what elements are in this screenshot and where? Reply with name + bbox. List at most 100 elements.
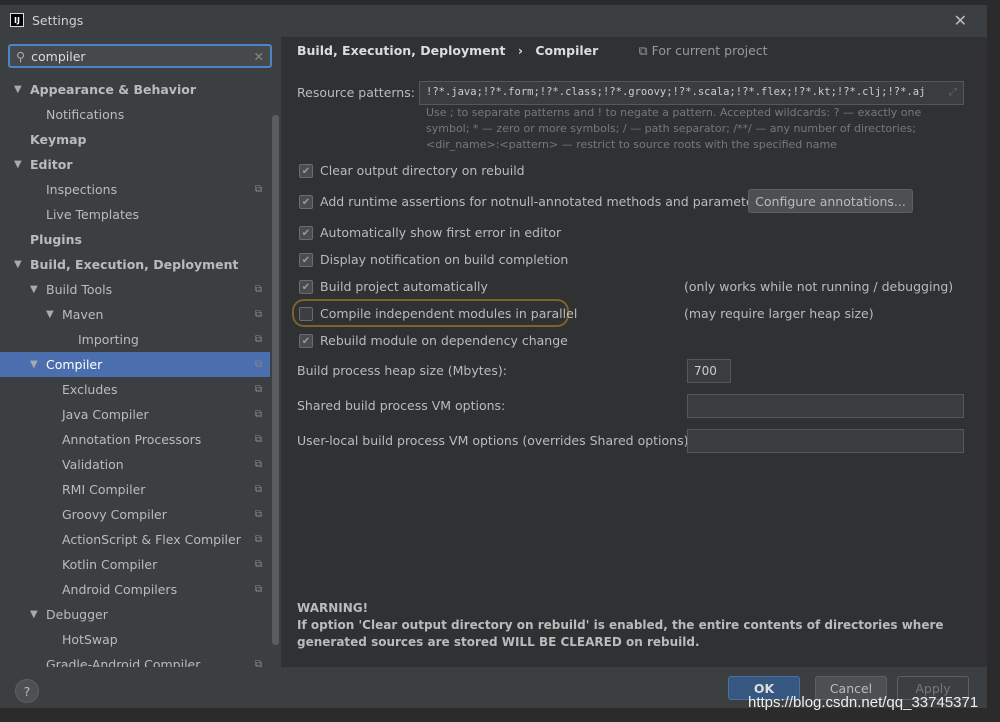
tree-item-label: Plugins xyxy=(30,232,82,247)
option-checkbox[interactable]: Compile independent modules in parallel xyxy=(299,306,577,321)
heap-size-input[interactable]: 700 xyxy=(687,359,731,383)
shared-vm-input[interactable] xyxy=(687,394,964,418)
tree-item[interactable]: Keymap xyxy=(0,127,270,152)
option-label: Build project automatically xyxy=(320,279,488,294)
project-scope-icon: ⧉ xyxy=(254,534,262,545)
search-input[interactable]: ⚲ compiler ✕ xyxy=(8,44,272,68)
tree-item-label: Debugger xyxy=(46,607,108,622)
tree-item-label: Build Tools xyxy=(46,282,113,297)
scope-text: For current project xyxy=(651,43,768,58)
option-checkbox[interactable]: ✔ Clear output directory on rebuild xyxy=(299,163,525,178)
resource-patterns-value: !?*.java;!?*.form;!?*.class;!?*.groovy;!… xyxy=(426,86,926,98)
tree-item[interactable]: ▼ Appearance & Behavior xyxy=(0,77,270,102)
checkbox-checked-icon[interactable]: ✔ xyxy=(299,225,313,240)
tree-item[interactable]: HotSwap xyxy=(0,627,270,652)
checkbox-checked-icon[interactable]: ✔ xyxy=(299,333,313,348)
tree-item[interactable]: Excludes ⧉ xyxy=(0,377,270,402)
tree-item[interactable]: Plugins xyxy=(0,227,270,252)
tree-item[interactable]: Kotlin Compiler ⧉ xyxy=(0,552,270,577)
tree-item-label: Gradle-Android Compiler xyxy=(46,657,201,667)
tree-item-label: Build, Execution, Deployment xyxy=(30,257,239,272)
tree-item[interactable]: ▼ Debugger xyxy=(0,602,270,627)
tree-item-label: Live Templates xyxy=(46,207,140,222)
option-checkbox[interactable]: ✔ Rebuild module on dependency change xyxy=(299,333,568,348)
option-label: Compile independent modules in parallel xyxy=(320,306,578,321)
heap-size-label: Build process heap size (Mbytes): xyxy=(297,363,507,378)
tree-item[interactable]: ▼ Compiler ⧉ xyxy=(0,352,270,377)
option-label: Rebuild module on dependency change xyxy=(320,333,568,348)
option-label: Clear output directory on rebuild xyxy=(320,163,525,178)
project-scope-icon: ⧉ xyxy=(254,584,262,595)
resource-patterns-input[interactable]: !?*.java;!?*.form;!?*.class;!?*.groovy;!… xyxy=(419,81,964,105)
checkbox-checked-icon[interactable]: ✔ xyxy=(299,279,313,294)
option-checkbox[interactable]: ✔ Automatically show first error in edito… xyxy=(299,225,561,240)
option-checkbox[interactable]: ✔ Build project automatically xyxy=(299,279,488,294)
tree-item-label: Android Compilers xyxy=(62,582,178,597)
search-icon: ⚲ xyxy=(16,48,26,64)
tree-item[interactable]: ▼ Build Tools ⧉ xyxy=(0,277,270,302)
tree-item-label: Importing xyxy=(78,332,139,347)
expand-arrow-icon[interactable]: ▼ xyxy=(14,84,28,95)
expand-arrow-icon[interactable]: ▼ xyxy=(30,284,44,295)
tree-item[interactable]: Android Compilers ⧉ xyxy=(0,577,270,602)
resource-patterns-label: Resource patterns: xyxy=(297,85,415,100)
tree-item[interactable]: ▼ Editor xyxy=(0,152,270,177)
project-scope-icon: ⧉ xyxy=(254,384,262,395)
close-icon[interactable]: ✕ xyxy=(954,11,967,30)
tree-item[interactable]: Inspections ⧉ xyxy=(0,177,270,202)
tree-item-label: Inspections xyxy=(46,182,118,197)
warning: WARNING! If option 'Clear output directo… xyxy=(297,600,977,651)
tree-item-label: ActionScript & Flex Compiler xyxy=(62,532,241,547)
tree-item-label: Appearance & Behavior xyxy=(30,82,196,97)
user-vm-input[interactable] xyxy=(687,429,964,453)
option-checkbox[interactable]: ✔ Add runtime assertions for notnull-anno… xyxy=(299,194,765,209)
project-scope-icon: ⧉ xyxy=(254,434,262,445)
checkbox-unchecked-icon[interactable] xyxy=(299,306,313,321)
clear-icon[interactable]: ✕ xyxy=(254,49,264,64)
tree-item[interactable]: Annotation Processors ⧉ xyxy=(0,427,270,452)
tree-item[interactable]: RMI Compiler ⧉ xyxy=(0,477,270,502)
project-scope-icon: ⧉ xyxy=(254,334,262,345)
intellij-logo-icon: IJ xyxy=(10,13,24,27)
expand-arrow-icon[interactable]: ▼ xyxy=(14,259,28,270)
tree-item[interactable]: Java Compiler ⧉ xyxy=(0,402,270,427)
checkbox-checked-icon[interactable]: ✔ xyxy=(299,163,313,178)
scrollbar[interactable] xyxy=(272,115,279,645)
tree-item-label: Keymap xyxy=(30,132,87,147)
tree-item[interactable]: ▼ Maven ⧉ xyxy=(0,302,270,327)
tree-item[interactable]: ▼ Build, Execution, Deployment xyxy=(0,252,270,277)
project-scope-icon: ⧉ xyxy=(254,484,262,495)
sidebar: ⚲ compiler ✕ ▼ Appearance & Behavior Notif… xyxy=(0,37,281,667)
tree-item[interactable]: ActionScript & Flex Compiler ⧉ xyxy=(0,527,270,552)
tree-item[interactable]: Live Templates xyxy=(0,202,270,227)
tree-item[interactable]: Groovy Compiler ⧉ xyxy=(0,502,270,527)
tree-item[interactable]: Validation ⧉ xyxy=(0,452,270,477)
window-title: Settings xyxy=(32,12,84,28)
tree-item[interactable]: Gradle-Android Compiler ⧉ xyxy=(0,652,270,667)
project-scope-icon: ⧉ xyxy=(254,459,262,470)
expand-arrow-icon[interactable]: ▼ xyxy=(30,609,44,620)
project-scope-icon: ⧉ xyxy=(254,409,262,420)
option-checkbox[interactable]: ✔ Display notification on build completio… xyxy=(299,252,568,267)
breadcrumb-section[interactable]: Build, Execution, Deployment xyxy=(297,43,505,58)
project-scope-icon: ⧉ xyxy=(254,659,262,667)
checkbox-checked-icon[interactable]: ✔ xyxy=(299,194,313,209)
option-note: (may require larger heap size) xyxy=(684,306,874,321)
help-button[interactable]: ? xyxy=(15,679,39,703)
tree-item-label: Annotation Processors xyxy=(62,432,202,447)
tree-item[interactable]: Importing ⧉ xyxy=(0,327,270,352)
expand-arrow-icon[interactable]: ▼ xyxy=(46,309,60,320)
settings-tree: ▼ Appearance & Behavior Notifications Keyma… xyxy=(0,77,270,667)
checkbox-checked-icon[interactable]: ✔ xyxy=(299,252,313,267)
project-scope-icon: ⧉ xyxy=(254,309,262,320)
breadcrumb: Build, Execution, Deployment › Compiler … xyxy=(297,43,768,59)
project-scope-icon: ⧉ xyxy=(254,359,262,370)
expand-icon[interactable]: ⤢ xyxy=(949,86,957,99)
warning-title: WARNING! xyxy=(297,601,369,615)
expand-arrow-icon[interactable]: ▼ xyxy=(14,159,28,170)
option-label: Display notification on build completion xyxy=(320,252,569,267)
configure-annotations-button[interactable]: Configure annotations... xyxy=(748,189,913,213)
tree-item[interactable]: Notifications xyxy=(0,102,270,127)
user-vm-label: User-local build process VM options (ove… xyxy=(297,433,693,448)
expand-arrow-icon[interactable]: ▼ xyxy=(30,359,44,370)
